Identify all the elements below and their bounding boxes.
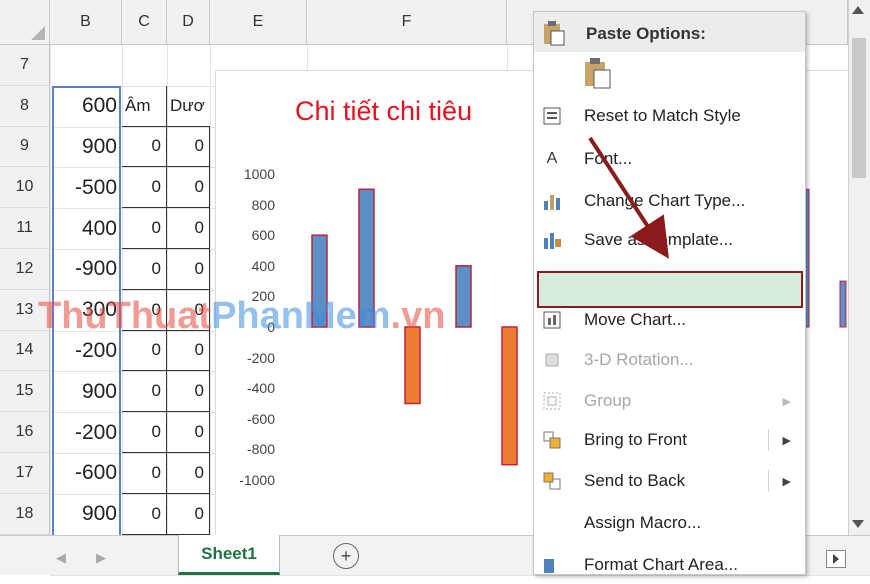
annotation-arrow bbox=[588, 136, 669, 259]
scroll-up-icon[interactable] bbox=[852, 6, 864, 14]
menu-item-format-chart-area[interactable]: Format Chart Area... bbox=[534, 546, 805, 584]
watermark: ThuThuatPhanMem.vn bbox=[38, 295, 445, 338]
select-all-corner[interactable] bbox=[0, 0, 50, 45]
cell-c-15[interactable]: 0 bbox=[122, 371, 167, 413]
cell-c-11[interactable]: 0 bbox=[122, 208, 167, 249]
paste-options-label: Paste Options: bbox=[586, 24, 706, 43]
cell-d-17[interactable]: 0 bbox=[167, 453, 210, 494]
cell-c-12[interactable]: 0 bbox=[122, 249, 167, 290]
row-header[interactable]: 11 bbox=[0, 208, 50, 249]
submenu-arrow-icon: ▶ bbox=[782, 395, 791, 408]
watermark-part-3: .vn bbox=[390, 295, 446, 337]
watermark-part-1: ThuThuat bbox=[38, 295, 212, 337]
cell-d-16[interactable]: 0 bbox=[167, 412, 210, 453]
cell-d-12[interactable]: 0 bbox=[167, 249, 210, 290]
chart-bar[interactable] bbox=[455, 265, 472, 328]
cell-d-11[interactable]: 0 bbox=[167, 208, 210, 249]
paste-keep-source-icon[interactable] bbox=[582, 56, 614, 95]
cell-b-7[interactable] bbox=[50, 45, 122, 86]
send-back-icon bbox=[540, 469, 564, 493]
row-header[interactable]: 18 bbox=[0, 493, 50, 535]
cell-c-7[interactable] bbox=[122, 45, 167, 86]
select-data-highlight bbox=[537, 271, 803, 308]
column-header-f[interactable]: F bbox=[307, 0, 507, 45]
bring-front-icon bbox=[540, 428, 564, 452]
chart-bar[interactable] bbox=[501, 326, 518, 466]
menu-item-send-to-back[interactable]: Send to Back ▶ bbox=[534, 462, 805, 500]
column-header-b[interactable]: B bbox=[50, 0, 122, 45]
tab-scroll-left-icon[interactable]: ◀ bbox=[56, 550, 66, 566]
cell-c-18[interactable]: 0 bbox=[122, 493, 167, 535]
template-icon bbox=[540, 228, 564, 252]
vertical-scrollbar[interactable] bbox=[848, 0, 870, 535]
paste-icon bbox=[542, 20, 566, 51]
row-header[interactable]: 16 bbox=[0, 412, 50, 453]
menu-item-label: Reset to Match Style bbox=[584, 106, 741, 125]
menu-item-3-d-rotation: 3-D Rotation... bbox=[534, 341, 805, 379]
row-header[interactable]: 17 bbox=[0, 453, 50, 494]
column-header-d[interactable]: D bbox=[167, 0, 210, 45]
hscroll-right-button[interactable] bbox=[826, 550, 846, 568]
cell-d-18[interactable]: 0 bbox=[167, 493, 210, 535]
font-icon: A bbox=[546, 150, 558, 167]
tab-sheet1[interactable]: Sheet1 bbox=[178, 535, 280, 575]
row-header[interactable]: 12 bbox=[0, 249, 50, 290]
reset-style-icon bbox=[540, 104, 564, 128]
group-icon bbox=[540, 389, 564, 413]
chart-bar[interactable] bbox=[404, 326, 421, 405]
column-header-c[interactable]: C bbox=[122, 0, 167, 45]
move-chart-icon bbox=[540, 308, 564, 332]
chart-type-icon bbox=[540, 189, 564, 213]
cell-d-15[interactable]: 0 bbox=[167, 371, 210, 413]
add-sheet-icon[interactable]: + bbox=[333, 543, 359, 569]
submenu-arrow-icon: ▶ bbox=[782, 475, 791, 488]
cell-d-8[interactable]: Dươ bbox=[167, 86, 210, 127]
menu-item-label: Bring to Front bbox=[584, 430, 687, 449]
row-header[interactable]: 8 bbox=[0, 85, 50, 127]
cell-c-17[interactable]: 0 bbox=[122, 453, 167, 494]
menu-item-label: Assign Macro... bbox=[584, 513, 702, 532]
chart-bar[interactable] bbox=[839, 280, 847, 328]
scroll-down-icon[interactable] bbox=[852, 520, 864, 528]
cell-d-9[interactable]: 0 bbox=[167, 126, 210, 168]
menu-item-assign-macro[interactable]: Assign Macro... bbox=[534, 504, 805, 542]
row-header[interactable]: 10 bbox=[0, 167, 50, 209]
cell-c-8[interactable]: Âm bbox=[122, 85, 167, 127]
rotation-icon bbox=[540, 348, 564, 372]
submenu-arrow-icon: ▶ bbox=[782, 434, 791, 447]
cell-c-16[interactable]: 0 bbox=[122, 412, 167, 453]
menu-item-label: 3-D Rotation... bbox=[584, 350, 694, 369]
format-icon bbox=[540, 553, 564, 577]
cell-c-10[interactable]: 0 bbox=[122, 167, 167, 209]
menu-item-label: Move Chart... bbox=[584, 310, 687, 329]
watermark-part-2: PhanMem bbox=[211, 295, 391, 337]
menu-item-label: Group bbox=[584, 391, 632, 410]
menu-item-bring-to-front[interactable]: Bring to Front ▶ bbox=[534, 421, 805, 459]
menu-item-group: Group ▶ bbox=[534, 382, 805, 420]
menu-item-label: Format Chart Area... bbox=[584, 555, 738, 574]
cell-d-7[interactable] bbox=[167, 45, 210, 86]
cell-d-10[interactable]: 0 bbox=[167, 167, 210, 209]
row-header[interactable]: 15 bbox=[0, 371, 50, 413]
row-header[interactable]: 9 bbox=[0, 126, 50, 168]
row-header[interactable]: 7 bbox=[0, 45, 50, 86]
column-header-e[interactable]: E bbox=[210, 0, 307, 45]
menu-item-label: Send to Back bbox=[584, 471, 686, 490]
cell-c-9[interactable]: 0 bbox=[122, 126, 167, 168]
scroll-thumb[interactable] bbox=[852, 38, 866, 178]
tab-scroll-right-icon[interactable]: ▶ bbox=[96, 550, 106, 566]
